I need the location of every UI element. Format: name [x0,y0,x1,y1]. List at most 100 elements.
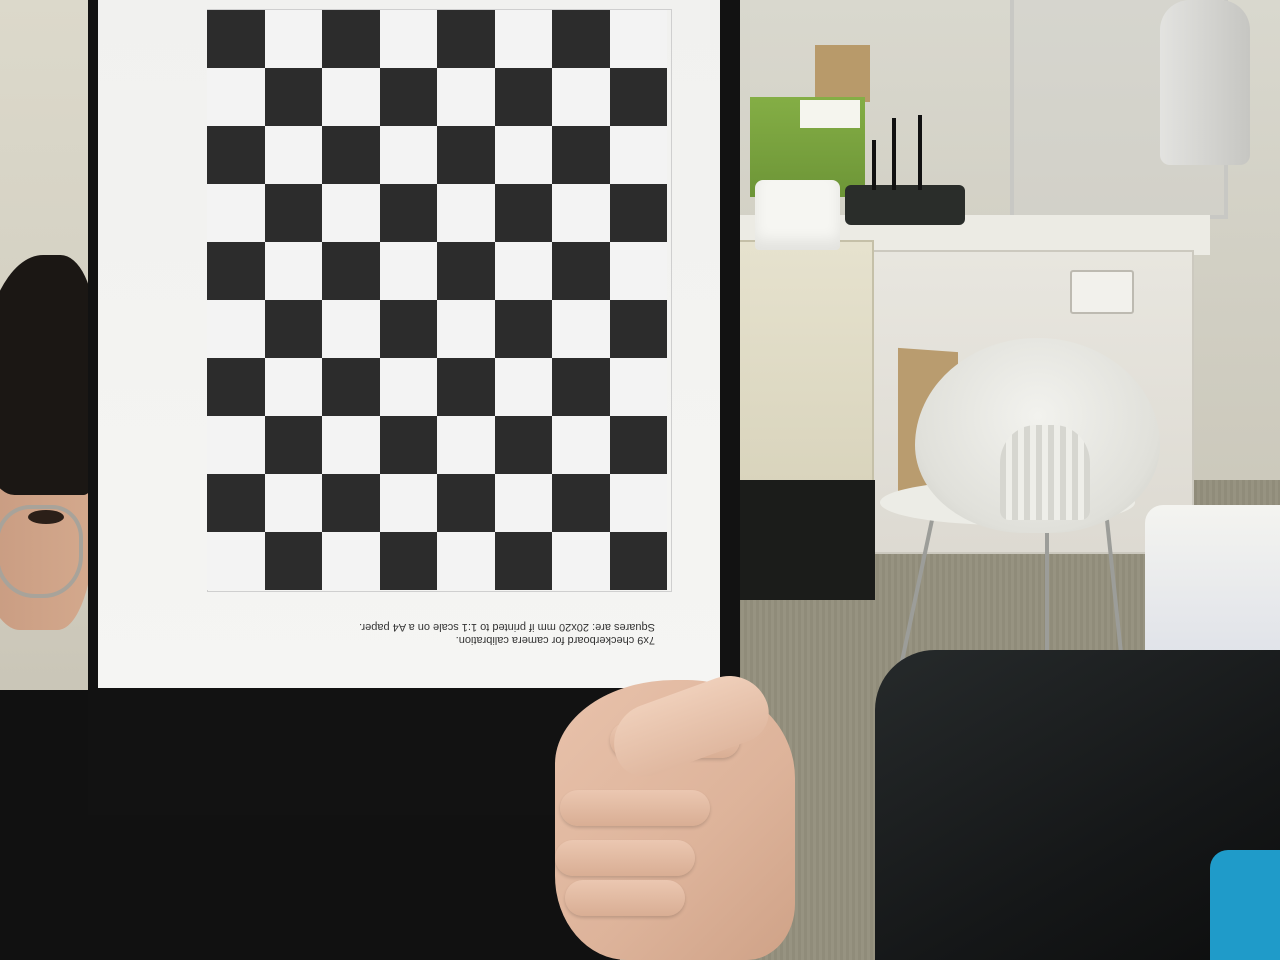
checker-square [437,474,495,532]
finger [565,880,685,916]
checker-square [264,300,322,358]
blue-strap [1210,850,1280,960]
checker-square [552,68,610,126]
checker-square [609,474,667,532]
checker-square [322,358,380,416]
checker-square [494,126,552,184]
tissue-box [755,180,840,250]
finger [555,840,695,876]
checker-square [322,184,380,242]
checker-square [609,300,667,358]
checker-square [207,474,265,532]
checker-square [552,358,610,416]
checker-square [264,126,322,184]
checker-square [379,242,437,300]
checker-square [322,532,380,590]
checker-square [552,474,610,532]
checker-square [437,10,495,68]
checker-square [322,416,380,474]
checker-square [552,184,610,242]
checker-square [207,416,265,474]
antenna [872,140,876,190]
finger [560,790,710,826]
checker-square [379,416,437,474]
checker-square [609,532,667,590]
checker-square [437,532,495,590]
checker-square [264,416,322,474]
checker-square [437,184,495,242]
checker-square [207,242,265,300]
checker-square [494,416,552,474]
sheet-caption: 7x9 checkerboard for camera calibration.… [270,620,655,646]
caption-line-1: 7x9 checkerboard for camera calibration. [455,634,655,646]
checker-square [437,242,495,300]
cardboard-box [815,45,870,102]
checker-square [207,68,265,126]
checker-square [494,184,552,242]
checker-square [494,300,552,358]
robot-car [845,185,965,225]
checker-square [494,242,552,300]
checker-square [609,10,667,68]
checker-square [264,10,322,68]
checker-square [437,126,495,184]
checker-square [322,10,380,68]
checker-square [437,68,495,126]
checker-square [609,184,667,242]
checker-square [264,474,322,532]
checker-square [264,242,322,300]
checker-square [379,68,437,126]
checkerboard [207,10,667,590]
robot-arm [1160,0,1250,165]
checker-square [552,242,610,300]
box-flap [800,100,860,128]
checker-square [609,242,667,300]
checker-square [322,300,380,358]
checker-square [552,126,610,184]
checker-square [322,68,380,126]
checker-square [207,358,265,416]
antenna [892,118,896,190]
cabinet-base [725,480,875,600]
chair-ribs [1000,425,1090,520]
checker-square [207,184,265,242]
antenna [918,115,922,190]
checker-square [207,300,265,358]
checker-square [379,10,437,68]
checker-square [207,126,265,184]
checker-square [322,474,380,532]
checker-square [207,532,265,590]
checker-square [494,358,552,416]
checker-square [322,242,380,300]
checker-square [609,416,667,474]
checker-square [437,358,495,416]
checker-square [494,532,552,590]
checker-square [437,300,495,358]
checker-square [264,184,322,242]
checker-square [437,416,495,474]
checker-square [264,358,322,416]
checker-square [379,358,437,416]
photo-scene: 7x9 checkerboard for camera calibration.… [0,0,1280,960]
checker-square [494,474,552,532]
checker-square [207,10,265,68]
checker-square [609,68,667,126]
checker-square [552,416,610,474]
chair-leg [1045,525,1049,660]
checker-square [552,10,610,68]
checker-square [609,126,667,184]
person-hair [0,255,95,495]
checker-square [552,300,610,358]
glasses [0,505,83,598]
checker-square [379,532,437,590]
checker-square [379,126,437,184]
checker-square [494,68,552,126]
checker-square [264,68,322,126]
caption-line-2: Squares are: 20x20 mm if printed to 1:1 … [359,621,655,633]
power-socket [1070,270,1134,314]
checker-square [379,184,437,242]
checker-square [264,532,322,590]
checker-square [379,300,437,358]
checker-square [609,358,667,416]
checker-square [494,10,552,68]
